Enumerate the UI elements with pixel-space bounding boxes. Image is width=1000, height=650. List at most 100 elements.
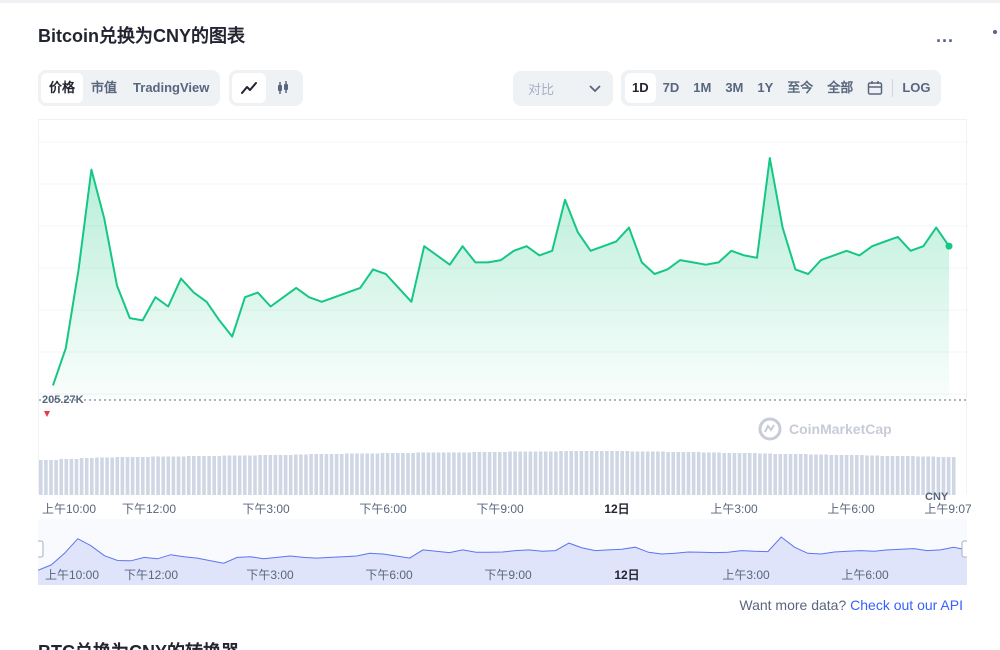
volume-bar xyxy=(732,453,737,495)
volume-bar xyxy=(533,451,538,495)
x-tick-label: 上午9:07 xyxy=(924,502,972,516)
volume-bar xyxy=(492,452,497,495)
more-options-button[interactable]: ... xyxy=(936,26,954,47)
volume-bar xyxy=(900,456,905,495)
volume-bar xyxy=(421,452,426,495)
volume-bar xyxy=(569,451,573,495)
volume-bar xyxy=(263,455,267,495)
range-3m[interactable]: 3M xyxy=(718,73,750,103)
tab-tradingview[interactable]: TradingView xyxy=(125,73,217,103)
navigator-handle-right[interactable] xyxy=(961,540,969,558)
volume-bar xyxy=(549,451,553,495)
volume-bar xyxy=(855,455,859,495)
volume-bar xyxy=(630,451,635,495)
volume-bar xyxy=(941,457,946,495)
volume-bar xyxy=(610,451,614,495)
compare-dropdown[interactable]: 对比 xyxy=(513,71,613,106)
volume-bar xyxy=(773,454,777,495)
volume-bar xyxy=(192,456,196,495)
volume-bar xyxy=(329,454,334,495)
volume-bar xyxy=(931,456,936,495)
volume-bar xyxy=(375,453,380,495)
watermark: CoinMarketCap xyxy=(789,421,892,437)
navigator-tick-label: 12日 xyxy=(614,568,640,582)
volume-bar xyxy=(528,451,533,495)
x-tick-label: 12日 xyxy=(604,502,630,516)
volume-bar xyxy=(640,451,645,495)
volume-bar xyxy=(390,453,395,495)
x-tick-label: 下午9:00 xyxy=(476,502,524,516)
range-7d[interactable]: 7D xyxy=(656,73,687,103)
volume-bar xyxy=(207,456,211,495)
volume-bar xyxy=(686,452,691,495)
volume-bar xyxy=(798,454,803,495)
range-1m[interactable]: 1M xyxy=(686,73,718,103)
volume-bar xyxy=(161,456,165,495)
range-1d[interactable]: 1D xyxy=(625,73,656,103)
volume-bar xyxy=(645,451,650,495)
volume-bar xyxy=(487,452,492,495)
down-marker-icon xyxy=(44,411,50,417)
volume-bar xyxy=(559,451,563,495)
volume-bar xyxy=(753,453,757,495)
volume-bar xyxy=(666,452,670,495)
volume-bar xyxy=(54,460,58,495)
volume-bar xyxy=(814,454,818,495)
volume-bar xyxy=(441,452,446,495)
volume-bar xyxy=(253,455,257,495)
volume-bar xyxy=(523,451,528,495)
volume-bar xyxy=(380,453,385,495)
navigator-tick-label: 上午3:00 xyxy=(722,568,770,582)
x-tick-label: 下午6:00 xyxy=(359,502,407,516)
volume-bar xyxy=(135,457,140,495)
volume-bar xyxy=(829,455,834,495)
calendar-icon[interactable] xyxy=(860,73,890,103)
navigator-handle-left[interactable] xyxy=(36,540,44,558)
volume-bar xyxy=(273,455,278,495)
range-tabs: 1D 7D 1M 3M 1Y 至今 全部 LOG xyxy=(621,70,942,106)
price-chart[interactable]: CoinMarketCap xyxy=(38,119,968,495)
top-divider xyxy=(0,0,1000,3)
volume-bar xyxy=(503,452,507,495)
volume-bar xyxy=(834,455,839,495)
volume-bar xyxy=(584,451,589,495)
candlestick-icon[interactable] xyxy=(266,73,300,103)
tab-price[interactable]: 价格 xyxy=(41,73,84,103)
volume-bar xyxy=(564,451,568,495)
volume-bar xyxy=(885,456,890,495)
range-ytd[interactable]: 至今 xyxy=(780,73,820,103)
volume-bar xyxy=(74,459,79,495)
api-link[interactable]: Check out our API xyxy=(850,597,963,613)
tab-market-cap[interactable]: 市值 xyxy=(83,73,125,103)
volume-bar xyxy=(635,451,640,495)
line-chart-icon[interactable] xyxy=(232,73,266,103)
log-toggle[interactable]: LOG xyxy=(895,73,937,103)
volume-bar xyxy=(804,454,808,495)
volume-bar xyxy=(59,459,63,495)
volume-bar xyxy=(849,455,854,495)
page: Bitcoin兑换为CNY的图表 ... 价格 市值 TradingView 对… xyxy=(0,0,1000,650)
baseline-price-label: 205.27K xyxy=(42,394,84,406)
navigator-tick-label: 下午3:00 xyxy=(246,568,294,582)
volume-bar xyxy=(921,456,925,495)
volume-bar xyxy=(681,452,686,495)
volume-bar xyxy=(600,451,604,495)
volume-bar xyxy=(951,457,956,495)
volume-bar xyxy=(360,453,364,495)
volume-bar xyxy=(936,457,941,495)
volume-bar xyxy=(839,455,844,495)
volume-bar xyxy=(916,456,920,495)
volume-bar xyxy=(554,451,558,495)
range-divider xyxy=(892,79,894,97)
edge-indicator xyxy=(993,30,997,34)
volume-bar xyxy=(222,455,227,495)
volume-bar xyxy=(334,454,339,495)
volume-bar xyxy=(401,453,405,495)
range-all[interactable]: 全部 xyxy=(820,73,860,103)
volume-bar xyxy=(212,456,216,495)
volume-bar xyxy=(304,454,308,495)
volume-bar xyxy=(278,455,283,495)
range-1y[interactable]: 1Y xyxy=(750,73,780,103)
volume-bar xyxy=(64,459,69,495)
volume-bar xyxy=(385,453,390,495)
